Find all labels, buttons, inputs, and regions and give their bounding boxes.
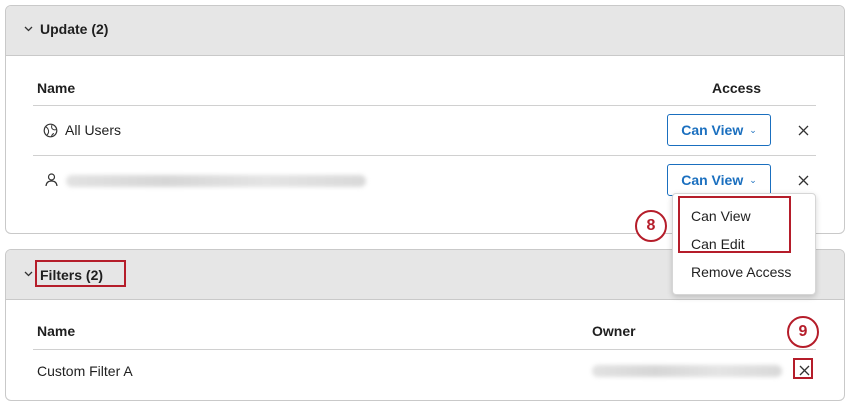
chevron-down-icon: ⌄ xyxy=(749,174,757,185)
chevron-down-icon[interactable] xyxy=(24,268,33,280)
user-icon xyxy=(45,173,58,192)
highlight-box-remove-filter xyxy=(793,358,813,379)
blurred-owner-email xyxy=(592,365,782,377)
header-divider xyxy=(33,105,816,106)
access-dropdown-button[interactable]: Can View ⌄ xyxy=(667,114,771,146)
update-panel-title: Update (2) xyxy=(40,21,109,37)
owner-column-header: Owner xyxy=(592,323,636,339)
remove-close-icon[interactable] xyxy=(796,123,810,137)
row-divider xyxy=(33,155,816,156)
update-panel-header[interactable]: Update (2) xyxy=(6,6,844,56)
row-name-all-users: All Users xyxy=(65,122,122,138)
step-badge-8: 8 xyxy=(635,210,667,242)
highlight-box-permissions xyxy=(678,196,791,253)
access-dropdown-button[interactable]: Can View ⌄ xyxy=(667,164,771,196)
highlight-box-filters-title xyxy=(35,260,126,287)
globe-icon xyxy=(43,123,58,143)
access-dropdown-label: Can View xyxy=(681,122,744,138)
header-divider xyxy=(33,349,816,350)
chevron-down-icon: ⌄ xyxy=(749,124,757,135)
menu-item-remove-access[interactable]: Remove Access xyxy=(691,264,791,280)
filter-row-name: Custom Filter A xyxy=(37,363,133,379)
step-badge-9: 9 xyxy=(787,316,819,348)
remove-close-icon[interactable] xyxy=(796,173,810,187)
chevron-down-icon[interactable] xyxy=(24,23,33,35)
access-column-header: Access xyxy=(712,80,762,96)
blurred-user-email xyxy=(66,175,366,187)
name-column-header: Name xyxy=(37,323,76,339)
access-dropdown-label: Can View xyxy=(681,172,744,188)
name-column-header: Name xyxy=(37,80,76,96)
